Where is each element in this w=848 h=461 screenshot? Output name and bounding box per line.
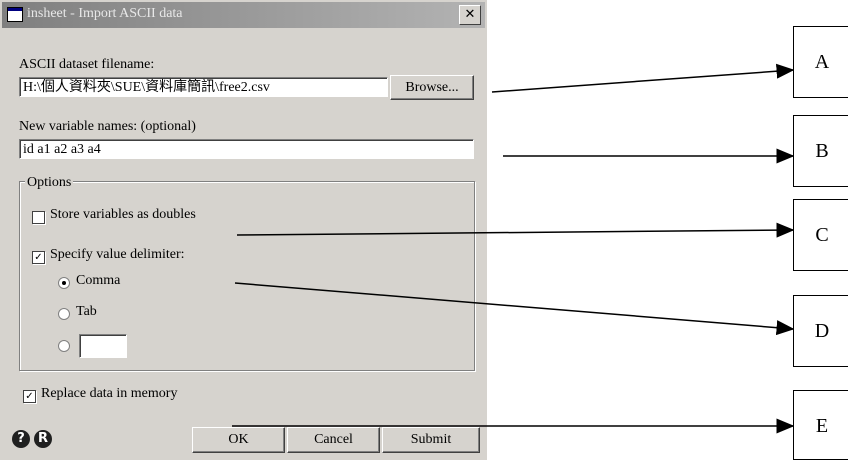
arrow-a (491, 63, 795, 93)
annotation-arrows (232, 63, 795, 434)
annotation-a: A (793, 26, 848, 98)
annotation-c: C (793, 199, 848, 271)
annotation-b: B (793, 115, 848, 187)
annotation-d: D (793, 295, 848, 367)
annotation-e: E (793, 390, 848, 460)
arrow-c (236, 222, 795, 238)
arrow-d (234, 282, 795, 336)
